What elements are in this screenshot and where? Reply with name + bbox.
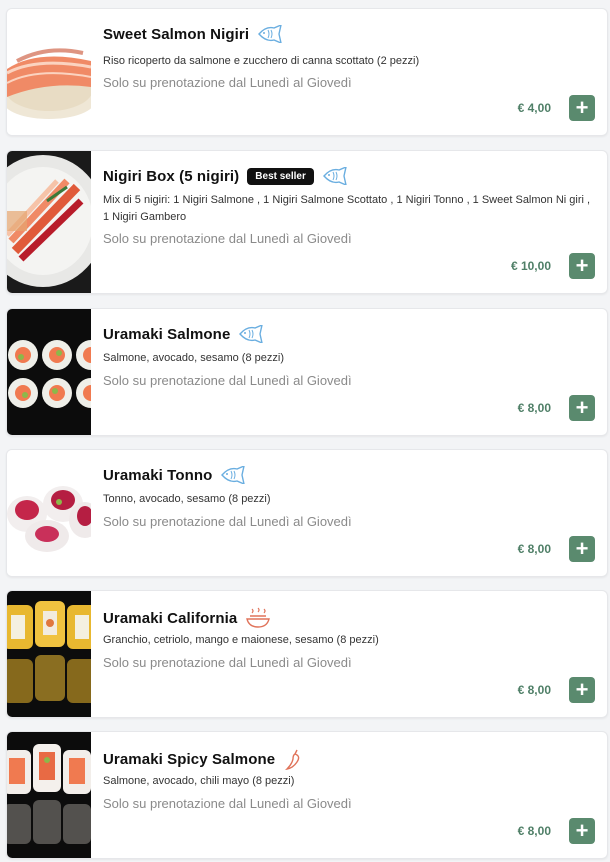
- menu-item-card[interactable]: Uramaki Tonno Tonno, avocado, sesamo (8 …: [6, 449, 608, 577]
- item-price: € 8,00: [517, 401, 551, 415]
- item-description: Granchio, cetriolo, mango e maionese, se…: [103, 634, 379, 646]
- item-price: € 8,00: [517, 683, 551, 697]
- menu-item-card[interactable]: Uramaki California Granchio, cetriolo, m…: [6, 590, 608, 718]
- item-photo: [7, 309, 91, 435]
- top-strip: [6, 0, 606, 6]
- item-photo: [7, 732, 91, 858]
- fish-icon: [257, 25, 283, 43]
- item-price: € 8,00: [517, 542, 551, 556]
- menu-item-card[interactable]: Uramaki Spicy Salmone Salmone, avocado, …: [6, 731, 608, 859]
- item-price: € 8,00: [517, 824, 551, 838]
- item-price: € 10,00: [510, 259, 551, 273]
- item-description: Riso ricoperto da salmone e zucchero di …: [103, 55, 420, 67]
- add-to-cart-button[interactable]: +: [569, 395, 595, 421]
- chili-pepper-icon: [283, 748, 305, 770]
- item-name: Uramaki California: [103, 609, 238, 627]
- fish-icon: [322, 167, 348, 185]
- item-name: Nigiri Box (5 nigiri): [103, 167, 240, 185]
- menu-item-card[interactable]: Nigiri Box (5 nigiri) Best seller Mix di…: [6, 150, 608, 294]
- fish-icon: [238, 325, 264, 343]
- item-description: Salmone, avocado, chili mayo (8 pezzi): [103, 775, 295, 787]
- best-seller-badge: Best seller: [247, 167, 314, 185]
- item-photo: [7, 9, 91, 135]
- hot-dish-icon: [245, 607, 271, 629]
- item-description: Mix di 5 nigiri: 1 Nigiri Salmone , 1 Ni…: [103, 194, 591, 223]
- add-to-cart-button[interactable]: +: [569, 677, 595, 703]
- item-price: € 4,00: [517, 101, 551, 115]
- menu-item-card[interactable]: Uramaki Salmone Salmone, avocado, sesamo…: [6, 308, 608, 436]
- item-photo: [7, 151, 91, 293]
- item-name: Sweet Salmon Nigiri: [103, 25, 250, 43]
- item-photo: [7, 591, 91, 717]
- item-description: Salmone, avocado, sesamo (8 pezzi): [103, 352, 284, 364]
- add-to-cart-button[interactable]: +: [569, 818, 595, 844]
- item-availability: Solo su prenotazione dal Lunedì al Giove…: [103, 75, 352, 90]
- item-availability: Solo su prenotazione dal Lunedì al Giove…: [103, 514, 352, 529]
- add-to-cart-button[interactable]: +: [569, 95, 595, 121]
- item-name: Uramaki Spicy Salmone: [103, 750, 276, 768]
- item-availability: Solo su prenotazione dal Lunedì al Giove…: [103, 796, 352, 811]
- fish-icon: [220, 466, 246, 484]
- item-name: Uramaki Salmone: [103, 325, 231, 343]
- add-to-cart-button[interactable]: +: [569, 536, 595, 562]
- item-name: Uramaki Tonno: [103, 466, 213, 484]
- add-to-cart-button[interactable]: +: [569, 253, 595, 279]
- item-photo: [7, 450, 91, 576]
- item-availability: Solo su prenotazione dal Lunedì al Giove…: [103, 373, 352, 388]
- item-description: Tonno, avocado, sesamo (8 pezzi): [103, 493, 271, 505]
- item-availability: Solo su prenotazione dal Lunedì al Giove…: [103, 231, 352, 246]
- menu-item-card[interactable]: Sweet Salmon Nigiri Riso ricoperto da sa…: [6, 8, 608, 136]
- item-availability: Solo su prenotazione dal Lunedì al Giove…: [103, 655, 352, 670]
